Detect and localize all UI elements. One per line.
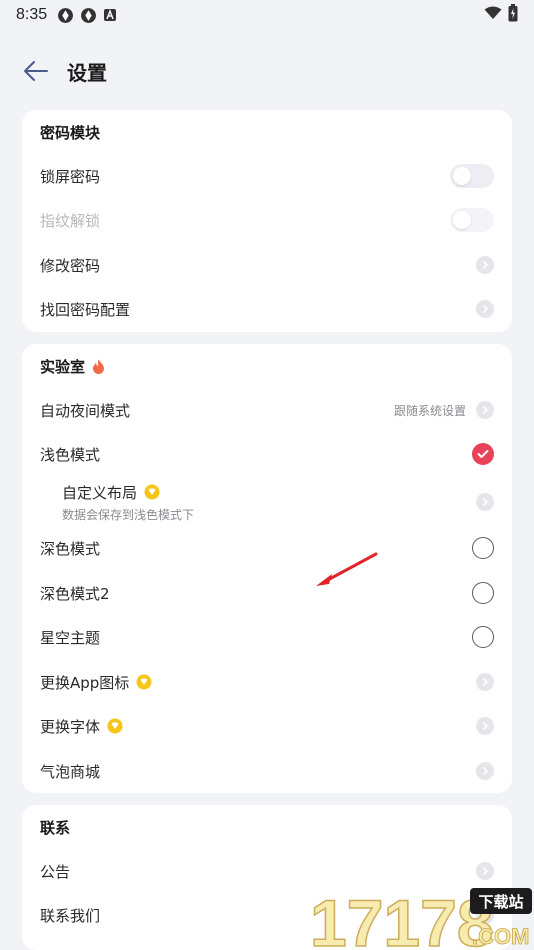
chevron-right-icon <box>476 717 494 735</box>
vip-badge-icon <box>136 674 152 690</box>
section-title: 实验室 <box>40 356 105 377</box>
chevron-right-icon <box>476 493 494 511</box>
row-label: 指纹解锁 <box>40 211 101 230</box>
vip-badge-icon <box>107 718 123 734</box>
auto-night-mode-row[interactable]: 自动夜间模式 跟随系统设置 <box>22 388 512 432</box>
lock-screen-password-row[interactable]: 锁屏密码 <box>22 154 512 198</box>
row-label: 锁屏密码 <box>40 167 101 186</box>
row-label: 星空主题 <box>40 628 101 647</box>
recover-password-config-row[interactable]: 找回密码配置 <box>22 287 512 331</box>
status-bar: 8:35 <box>0 0 534 30</box>
vip-badge-icon <box>144 484 160 500</box>
dark-mode-2-radio[interactable] <box>472 582 494 604</box>
page-title: 设置 <box>67 60 107 85</box>
custom-layout-row[interactable]: 自定义布局 数据会保存到浅色模式下 <box>22 478 512 526</box>
wifi-icon <box>484 6 502 24</box>
password-section: 密码模块 锁屏密码 指纹解锁 修改密码 找回密码配置 <box>22 110 512 332</box>
light-mode-row[interactable]: 浅色模式 <box>22 432 512 476</box>
lab-section: 实验室 自动夜间模式 跟随系统设置 浅色模式 自定义布局 数据会保存到浅色模式下… <box>22 344 512 793</box>
lock-screen-toggle[interactable] <box>450 164 494 188</box>
annotation-arrow-icon <box>312 548 382 594</box>
row-label: 找回密码配置 <box>40 300 131 319</box>
change-password-row[interactable]: 修改密码 <box>22 243 512 287</box>
chevron-right-icon <box>476 300 494 318</box>
font-notification-icon <box>103 8 117 22</box>
row-label: 自定义布局 <box>62 482 194 503</box>
dark-mode-row[interactable]: 深色模式 <box>22 526 512 570</box>
change-font-row[interactable]: 更换字体 <box>22 704 512 748</box>
row-label: 修改密码 <box>40 256 101 275</box>
row-label: 自动夜间模式 <box>40 401 131 420</box>
row-label: 浅色模式 <box>40 445 101 464</box>
row-label: 更换App图标 <box>40 672 152 693</box>
back-button[interactable] <box>22 57 50 85</box>
battery-icon <box>508 4 518 26</box>
app-notification-icon <box>57 7 74 24</box>
watermark-logo: 17178 下载站 .COM <box>309 880 534 950</box>
watermark-badge: 下载站 <box>478 893 523 911</box>
status-time: 8:35 <box>16 6 48 23</box>
bubble-store-row[interactable]: 气泡商城 <box>22 749 512 793</box>
chevron-right-icon <box>476 256 494 274</box>
dark-mode-2-row[interactable]: 深色模式2 <box>22 571 512 615</box>
change-font-label: 更换字体 <box>40 717 101 736</box>
custom-layout-label: 自定义布局 <box>62 483 138 502</box>
arrow-left-icon <box>24 61 48 81</box>
row-label: 更换字体 <box>40 716 123 737</box>
fingerprint-unlock-row: 指纹解锁 <box>22 198 512 242</box>
change-app-icon-row[interactable]: 更换App图标 <box>22 660 512 704</box>
auto-night-value: 跟随系统设置 <box>393 403 466 418</box>
row-label: 联系我们 <box>40 906 101 925</box>
watermark-text: 17178 <box>310 886 494 950</box>
change-app-icon-label: 更换App图标 <box>40 673 130 692</box>
row-label: 公告 <box>40 862 71 881</box>
section-title: 密码模块 <box>40 124 101 142</box>
chevron-right-icon <box>476 673 494 691</box>
custom-layout-description: 数据会保存到浅色模式下 <box>62 507 195 522</box>
dark-mode-radio[interactable] <box>472 537 494 559</box>
section-title-text: 实验室 <box>40 358 86 376</box>
fingerprint-toggle <box>450 208 494 232</box>
row-label: 深色模式2 <box>40 584 110 603</box>
row-label: 气泡商城 <box>40 762 101 781</box>
section-title: 联系 <box>40 819 71 837</box>
starry-theme-radio[interactable] <box>472 626 494 648</box>
app-notification-icon-2 <box>80 7 97 24</box>
row-label: 深色模式 <box>40 539 101 558</box>
header: 设置 <box>0 46 534 96</box>
light-mode-radio-checked[interactable] <box>472 443 494 465</box>
chevron-right-icon <box>476 762 494 780</box>
fire-icon <box>92 359 105 374</box>
starry-theme-row[interactable]: 星空主题 <box>22 615 512 659</box>
chevron-right-icon <box>476 862 494 880</box>
watermark-suffix: .COM <box>472 924 529 949</box>
chevron-right-icon <box>476 401 494 419</box>
check-icon <box>477 450 489 458</box>
